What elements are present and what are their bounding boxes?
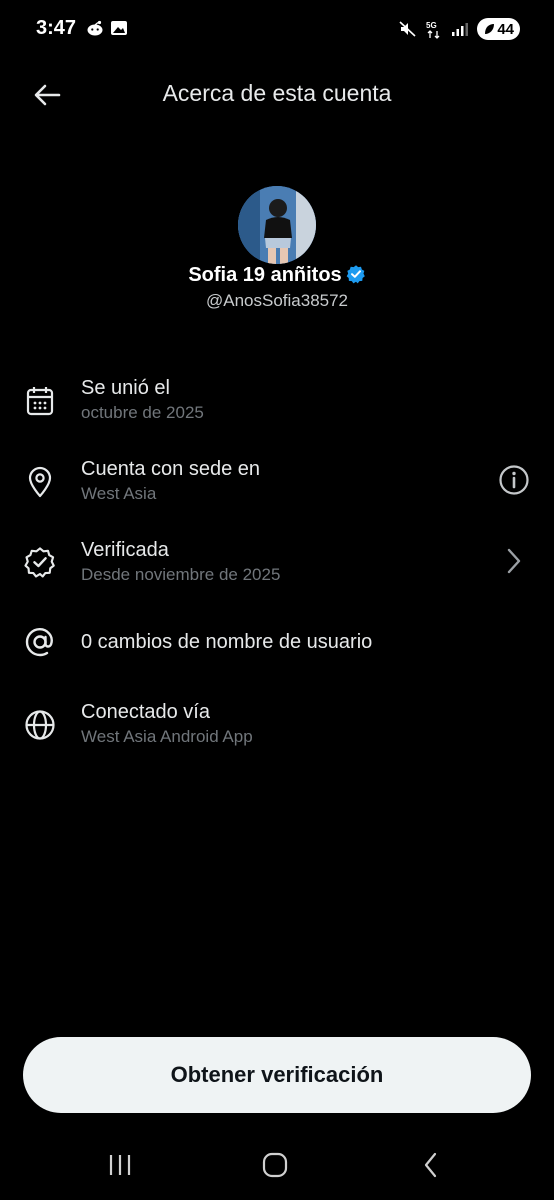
- at-sign-icon: [22, 624, 58, 660]
- page-title: Acerca de esta cuenta: [162, 80, 392, 106]
- row-subtitle: West Asia Android App: [81, 727, 253, 746]
- row-title: Se unió el: [81, 377, 170, 399]
- location-pin-icon: [22, 464, 58, 500]
- battery-indicator: 44: [477, 18, 520, 40]
- calendar-icon: [22, 383, 58, 419]
- recent-apps-icon: [109, 1155, 131, 1175]
- row-title: 0 cambios de nombre de usuario: [81, 631, 373, 653]
- row-subtitle: West Asia: [81, 484, 157, 503]
- row-subtitle: octubre de 2025: [81, 403, 204, 422]
- notification-icons: [86, 19, 128, 37]
- battery-saver-icon: [485, 24, 495, 34]
- row-title: Cuenta con sede en: [81, 458, 261, 480]
- mute-icon: [399, 21, 416, 37]
- row-verified[interactable]: Verificada Desde noviembre de 2025: [0, 536, 554, 606]
- avatar-photo: [238, 186, 316, 264]
- status-time: 3:47: [36, 17, 77, 39]
- network-5g-icon: 5G: [426, 21, 440, 39]
- verified-badge-icon: [346, 264, 366, 290]
- verified-badge-icon: [22, 544, 58, 580]
- system-nav-bar: [0, 1140, 554, 1190]
- system-icons: 5G 44: [399, 18, 520, 40]
- recent-apps-button[interactable]: [100, 1148, 140, 1182]
- battery-level: 44: [497, 20, 514, 38]
- row-account-based-in: Cuenta con sede en West Asia: [0, 454, 554, 524]
- status-bar: 3:47 5G 44: [0, 0, 554, 60]
- row-username-changes: 0 cambios de nombre de usuario: [0, 618, 554, 688]
- home-icon: [262, 1152, 288, 1178]
- avatar[interactable]: [238, 186, 316, 264]
- row-title: Verificada: [81, 539, 169, 561]
- info-icon[interactable]: [496, 462, 532, 498]
- image-notification-icon: [111, 21, 127, 35]
- row-title: Conectado vía: [81, 701, 210, 723]
- svg-text:5G: 5G: [426, 21, 437, 30]
- chevron-left-icon: [424, 1152, 437, 1178]
- header: Acerca de esta cuenta: [0, 64, 554, 124]
- chevron-right-icon: [496, 543, 532, 579]
- home-button[interactable]: [255, 1148, 295, 1182]
- row-connected-via: Conectado vía West Asia Android App: [0, 698, 554, 768]
- system-back-button[interactable]: [411, 1148, 451, 1182]
- row-subtitle: Desde noviembre de 2025: [81, 565, 281, 584]
- get-verified-button[interactable]: Obtener verificación: [23, 1037, 531, 1113]
- globe-icon: [22, 707, 58, 743]
- signal-icon: [452, 23, 469, 36]
- display-name-text: Sofia 19 anñitos: [188, 264, 342, 286]
- row-joined: Se unió el octubre de 2025: [0, 372, 554, 442]
- handle: @AnosSofia38572: [205, 291, 349, 310]
- reddit-icon: [87, 20, 103, 36]
- display-name: Sofia 19 anñitos: [0, 264, 554, 290]
